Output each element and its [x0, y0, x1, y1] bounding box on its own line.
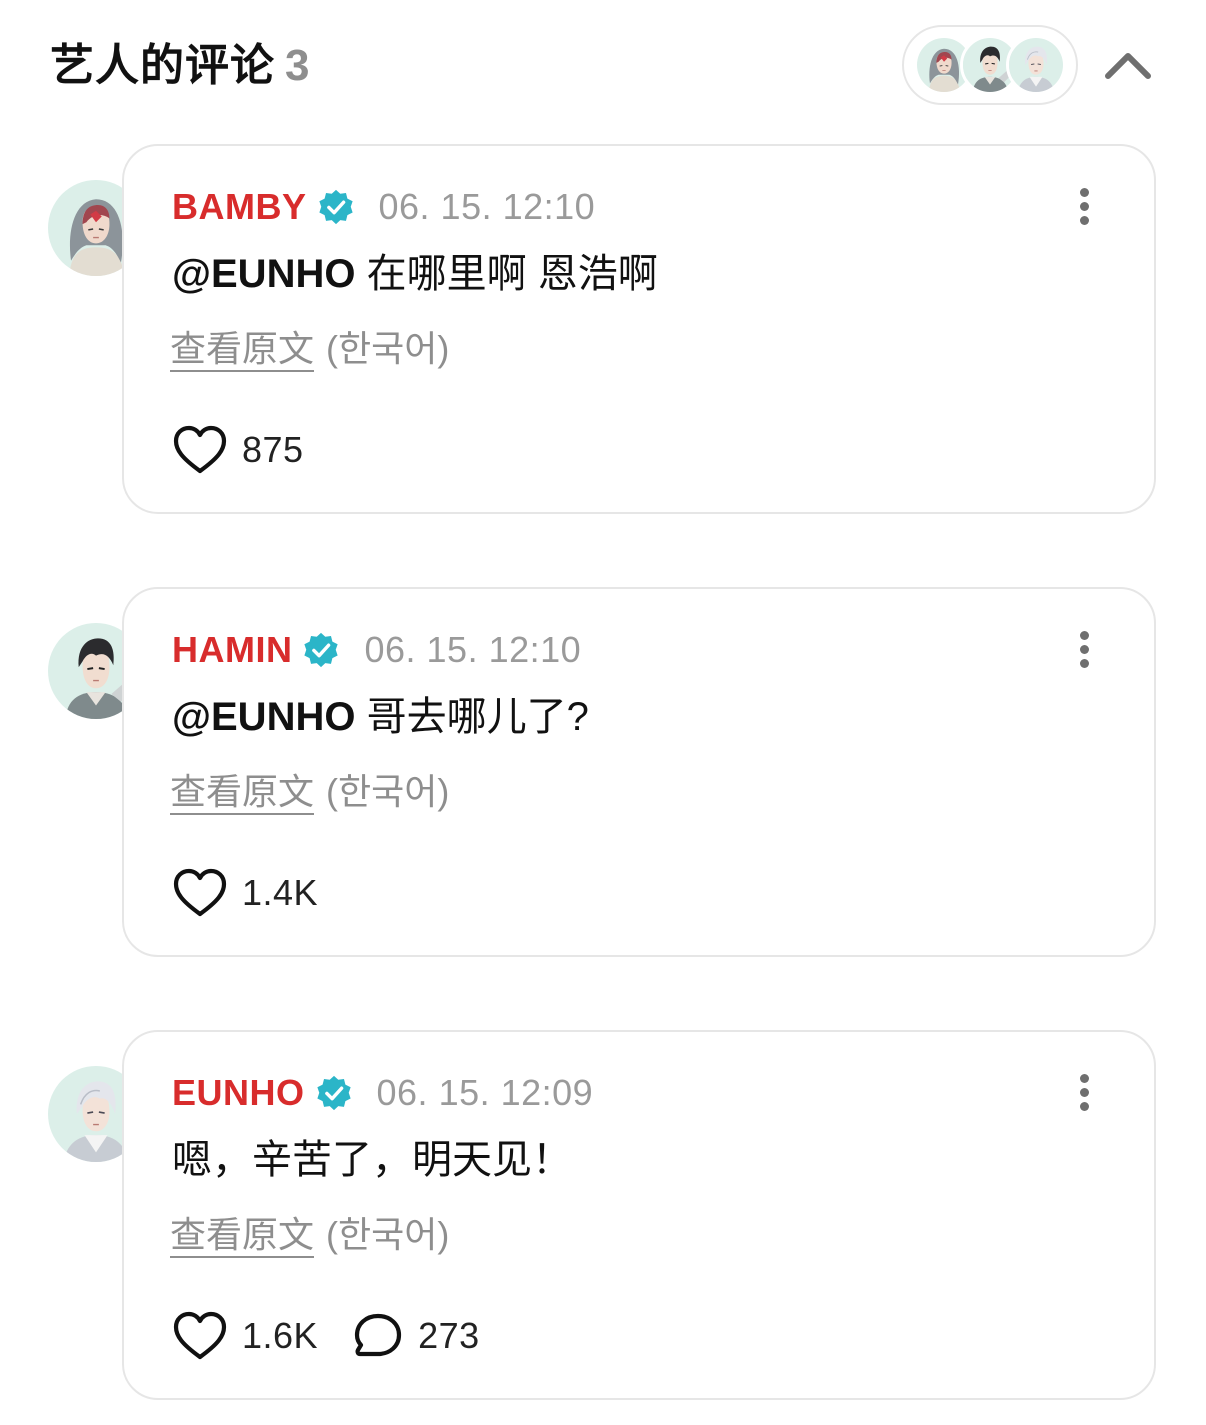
- like-button[interactable]: 875: [172, 424, 304, 476]
- more-options-button[interactable]: [1070, 627, 1098, 671]
- like-button[interactable]: 1.6K: [172, 1310, 318, 1362]
- original-language: (한국어): [326, 771, 450, 812]
- avatar-eunho-small: [1006, 35, 1066, 95]
- original-language: (한국어): [326, 328, 450, 369]
- like-count: 1.4K: [242, 872, 319, 913]
- comment-card: HAMIN 06. 15. 12:10 @EUNHO 哥去哪儿了? 查看原文 (한…: [122, 587, 1156, 957]
- comment-meta: BAMBY 06. 15. 12:10: [172, 184, 595, 230]
- mention-link[interactable]: @EUNHO: [172, 695, 355, 739]
- like-button[interactable]: 1.4K: [172, 867, 318, 919]
- timestamp: 06. 15. 12:09: [376, 1072, 594, 1113]
- verified-badge-icon: [317, 188, 355, 226]
- heart-icon: [173, 868, 227, 917]
- comment-actions: 1.6K 273: [172, 1308, 514, 1364]
- comment-count: 3: [285, 41, 311, 90]
- like-count: 875: [242, 429, 304, 470]
- more-vertical-icon-dot: [1080, 645, 1089, 654]
- more-vertical-icon-dot: [1080, 202, 1089, 211]
- reply-button[interactable]: 273: [352, 1310, 480, 1362]
- comment-actions: 875: [172, 422, 338, 478]
- heart-icon: [173, 1311, 227, 1360]
- collapse-button[interactable]: [1100, 40, 1156, 90]
- comment-text: @EUNHO 在哪里啊 恩浩啊: [172, 246, 658, 302]
- more-options-button[interactable]: [1070, 1070, 1098, 1114]
- more-vertical-icon-dot: [1080, 659, 1089, 668]
- more-vertical-icon-dot: [1080, 1074, 1089, 1083]
- more-vertical-icon-dot: [1080, 631, 1089, 640]
- chevron-up-icon: [1105, 53, 1151, 79]
- author-name[interactable]: BAMBY: [172, 186, 307, 228]
- artist-avatar-stack[interactable]: [902, 25, 1078, 105]
- comment-bubble-icon: [354, 1313, 402, 1357]
- artist-comments-header: 艺人的评论 3: [0, 0, 1206, 130]
- comment-text: 嗯，辛苦了，明天见！: [172, 1132, 572, 1188]
- translation-row: 查看原文 (한국어): [170, 324, 449, 374]
- verified-badge-icon: [302, 631, 340, 669]
- translation-row: 查看原文 (한국어): [170, 1210, 449, 1260]
- author-name[interactable]: EUNHO: [172, 1072, 305, 1114]
- timestamp: 06. 15. 12:10: [378, 186, 596, 227]
- section-title: 艺人的评论 3: [50, 38, 310, 94]
- more-vertical-icon-dot: [1080, 1088, 1089, 1097]
- more-vertical-icon-dot: [1080, 188, 1089, 197]
- reply-count: 273: [418, 1315, 480, 1356]
- translation-row: 查看原文 (한국어): [170, 767, 449, 817]
- heart-icon: [173, 425, 227, 474]
- more-vertical-icon-dot: [1080, 216, 1089, 225]
- comment-meta: HAMIN 06. 15. 12:10: [172, 627, 581, 673]
- timestamp: 06. 15. 12:10: [364, 629, 582, 670]
- comment-body: 哥去哪儿了?: [355, 695, 589, 739]
- more-options-button[interactable]: [1070, 184, 1098, 228]
- comment-body: 在哪里啊 恩浩啊: [355, 252, 658, 296]
- comment-text: @EUNHO 哥去哪儿了?: [172, 689, 589, 745]
- comment-body: 嗯，辛苦了，明天见！: [172, 1138, 572, 1182]
- section-title-text: 艺人的评论: [50, 41, 275, 90]
- view-original-link[interactable]: 查看原文: [170, 1214, 315, 1258]
- mention-link[interactable]: @EUNHO: [172, 252, 355, 296]
- comment-meta: EUNHO 06. 15. 12:09: [172, 1070, 593, 1116]
- comment-card: EUNHO 06. 15. 12:09 嗯，辛苦了，明天见！ 查看原文 (한국어)…: [122, 1030, 1156, 1400]
- like-count: 1.6K: [242, 1315, 319, 1356]
- view-original-link[interactable]: 查看原文: [170, 771, 315, 815]
- comment-card: BAMBY 06. 15. 12:10 @EUNHO 在哪里啊 恩浩啊 查看原文…: [122, 144, 1156, 514]
- comment-actions: 1.4K: [172, 865, 352, 921]
- verified-badge-icon: [315, 1074, 353, 1112]
- more-vertical-icon-dot: [1080, 1102, 1089, 1111]
- author-name[interactable]: HAMIN: [172, 629, 292, 671]
- original-language: (한국어): [326, 1214, 450, 1255]
- view-original-link[interactable]: 查看原文: [170, 328, 315, 372]
